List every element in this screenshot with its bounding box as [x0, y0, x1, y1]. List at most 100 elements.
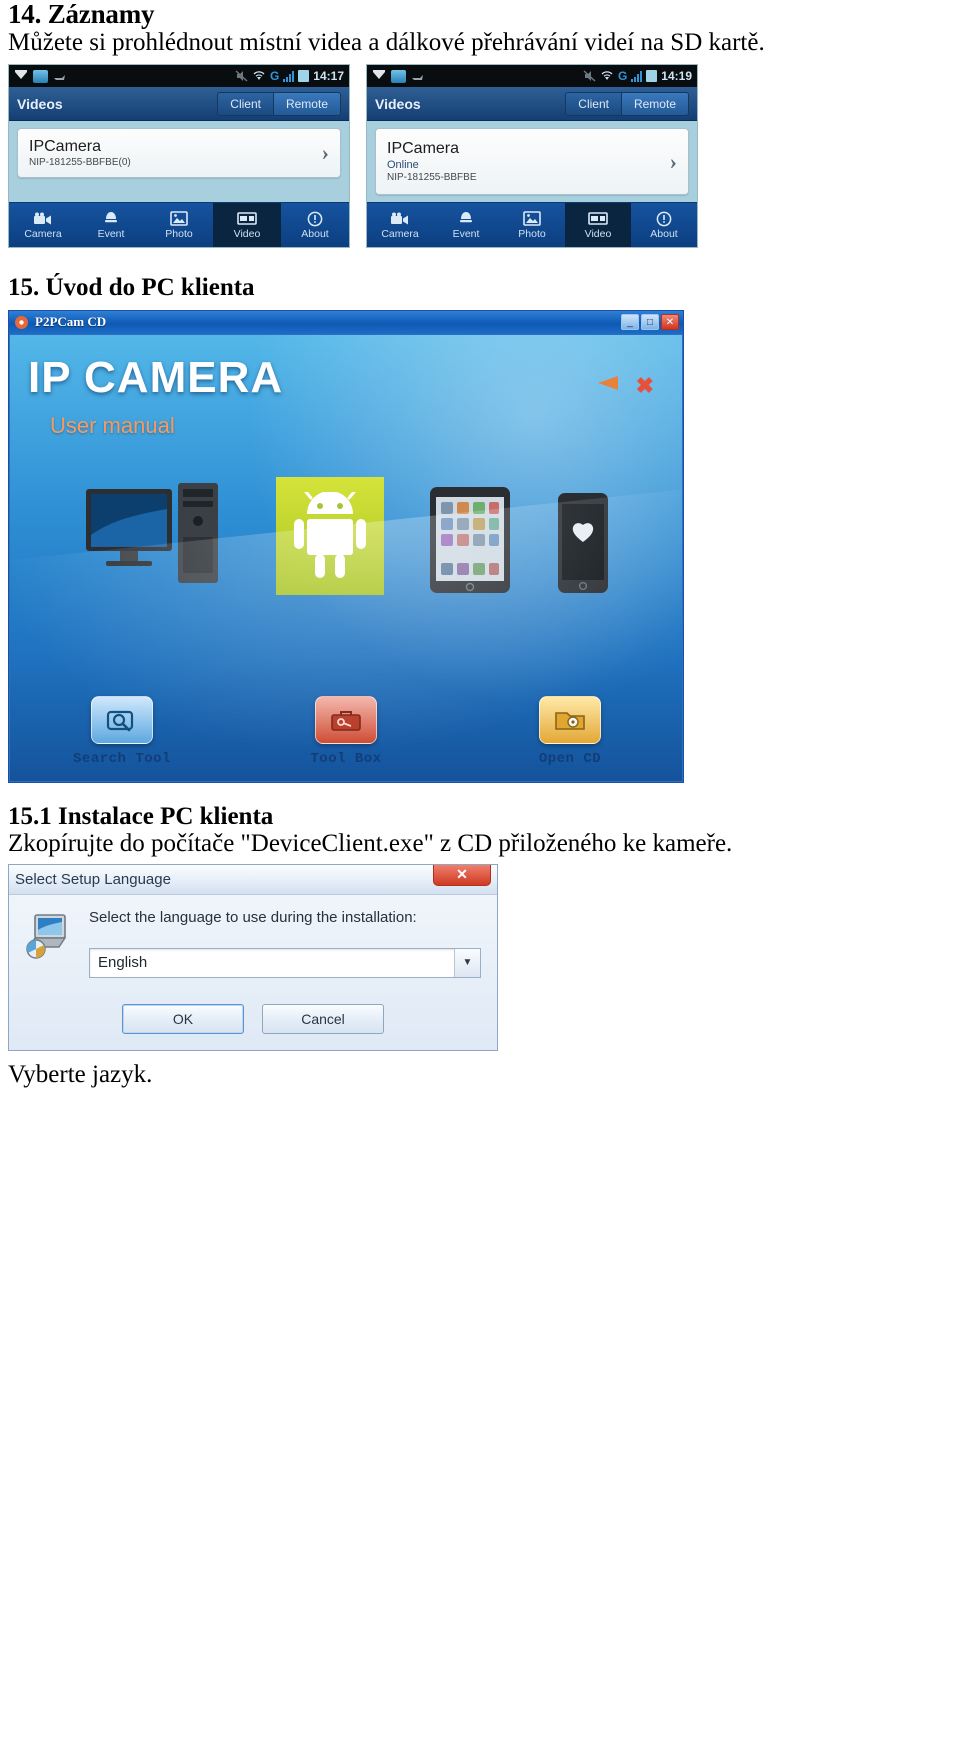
phone-mockup-left: G 14:17 Videos Client Remote IPCamera NI… — [8, 64, 350, 249]
sync-icon — [54, 74, 65, 80]
close-button[interactable]: ✕ — [433, 864, 491, 886]
camera-name: IPCamera — [29, 138, 102, 156]
mute-icon — [235, 70, 248, 82]
smartphone-icon — [558, 492, 608, 593]
camera-info: IPCamera NIP-181255-BBFBE(0) — [29, 138, 131, 168]
android-tile — [276, 476, 384, 595]
camera-list-item[interactable]: IPCamera NIP-181255-BBFBE(0) › — [17, 128, 341, 179]
camera-list-item[interactable]: IPCamera Online NIP-181255-BBFBE › — [375, 128, 689, 196]
close-button[interactable]: ✕ — [661, 314, 679, 331]
app-title: Videos — [375, 95, 421, 112]
wifi-icon — [253, 71, 265, 81]
tab-camera[interactable]: Camera — [367, 203, 433, 248]
tab-video[interactable]: Video — [213, 203, 281, 248]
info-icon — [656, 210, 672, 227]
language-select[interactable]: English ▼ — [89, 947, 481, 978]
segmented-control-right[interactable]: Client Remote — [565, 91, 689, 116]
device-illustrations — [10, 475, 682, 595]
segmented-control-left[interactable]: Client Remote — [217, 91, 341, 116]
section-14-text: Můžete si prohlédnout místní videa a dál… — [8, 29, 765, 57]
cd-window-controls[interactable]: _ □ ✕ — [621, 314, 679, 331]
bottom-tab-bar-right[interactable]: Camera Event Photo Video About — [367, 202, 697, 248]
film-icon — [588, 210, 608, 227]
camera-name: IPCamera — [387, 140, 460, 158]
brand-camera: CAMERA — [84, 352, 284, 402]
phone-body-right: IPCamera Online NIP-181255-BBFBE › — [367, 121, 697, 203]
setup-dialog-buttons: OK Cancel — [9, 988, 497, 1050]
camcorder-icon — [33, 210, 53, 227]
tab-label: About — [650, 228, 678, 241]
cd-window-title: P2PCam CD — [35, 314, 107, 330]
mute-icon — [583, 70, 596, 82]
wifi-icon — [601, 71, 613, 81]
status-bar-clock: 14:17 — [313, 69, 344, 84]
toolbox-icon — [315, 695, 377, 744]
tab-client[interactable]: Client — [217, 91, 274, 116]
action-label: Open CD — [538, 750, 602, 767]
tab-photo[interactable]: Photo — [145, 203, 213, 248]
tab-about[interactable]: About — [281, 203, 349, 248]
tab-remote[interactable]: Remote — [273, 91, 341, 116]
signal-icon — [631, 70, 643, 82]
picture-icon — [391, 69, 406, 83]
tab-event[interactable]: Event — [77, 203, 145, 248]
cd-window-stage: IP CAMERA User manual ✖ Search Tool Tool… — [9, 333, 683, 782]
action-open-cd[interactable]: Open CD — [485, 695, 655, 767]
chevron-right-icon: › — [669, 148, 677, 174]
language-flag-icon[interactable] — [594, 373, 620, 393]
section-15-heading: 15. Úvod do PC klienta — [8, 274, 255, 302]
tab-about[interactable]: About — [631, 203, 697, 248]
action-search-tool[interactable]: Search Tool — [37, 695, 207, 767]
bottom-tab-bar-left[interactable]: Camera Event Photo Video About — [9, 202, 349, 248]
brand-ip: IP — [28, 352, 71, 402]
language-select-value: English — [98, 954, 148, 972]
tab-label: Camera — [381, 228, 419, 241]
setup-dialog-prompt: Select the language to use during the in… — [89, 909, 417, 927]
action-label: Search Tool — [73, 750, 171, 767]
status-bar-left: G 14:17 — [9, 65, 349, 88]
status-bar-clock: 14:19 — [661, 69, 692, 84]
tab-label: Event — [97, 228, 125, 241]
close-overlay-icon[interactable]: ✖ — [636, 373, 654, 399]
tab-video[interactable]: Video — [565, 203, 631, 248]
action-label: Tool Box — [310, 750, 382, 767]
cancel-button[interactable]: Cancel — [262, 1003, 384, 1034]
chevron-right-icon: › — [321, 140, 329, 166]
maximize-button[interactable]: □ — [641, 314, 659, 331]
status-bar-right: G 14:19 — [367, 65, 697, 88]
tab-remote[interactable]: Remote — [621, 91, 689, 116]
tab-label: Photo — [518, 228, 546, 241]
network-type-label: G — [269, 69, 280, 84]
app-bar-left: Videos Client Remote — [9, 87, 349, 122]
section-15-1-text: Zkopírujte do počítače "DeviceClient.exe… — [8, 830, 733, 858]
tab-camera[interactable]: Camera — [9, 203, 77, 248]
status-bar-left-icons — [372, 69, 425, 83]
tab-label: Event — [452, 228, 480, 241]
tab-event[interactable]: Event — [433, 203, 499, 248]
search-tool-icon — [91, 695, 153, 744]
ok-button[interactable]: OK — [122, 1003, 244, 1034]
minimize-button[interactable]: _ — [621, 314, 639, 331]
status-bar-left-icons — [14, 69, 67, 83]
document-page: 14. Záznamy Můžete si prohlédnout místní… — [0, 0, 960, 1762]
setup-dialog-body: Select the language to use during the in… — [9, 895, 497, 988]
tablet-icon — [430, 486, 510, 593]
setup-dialog-main: Select the language to use during the in… — [89, 909, 481, 978]
film-icon — [237, 210, 257, 227]
bell-icon — [103, 210, 119, 227]
app-title: Videos — [17, 95, 63, 112]
tab-client[interactable]: Client — [565, 91, 622, 116]
picture-icon — [33, 69, 48, 83]
cd-app-icon — [15, 315, 28, 329]
chevron-down-icon[interactable]: ▼ — [454, 948, 480, 977]
pc-monitor-icon — [86, 482, 218, 583]
tab-photo[interactable]: Photo — [499, 203, 565, 248]
action-tool-box[interactable]: Tool Box — [261, 695, 431, 767]
download-icon — [15, 69, 27, 79]
signal-icon — [283, 70, 295, 82]
camera-uid: NIP-181255-BBFBE — [387, 172, 477, 184]
phone-mockup-right: G 14:19 Videos Client Remote IPCamera On… — [366, 64, 698, 249]
tab-label: Video — [584, 228, 612, 241]
section-15-1-heading: 15.1 Instalace PC klienta — [8, 802, 274, 830]
select-setup-language-dialog: Select Setup Language ✕ Select the langu… — [8, 864, 498, 1051]
